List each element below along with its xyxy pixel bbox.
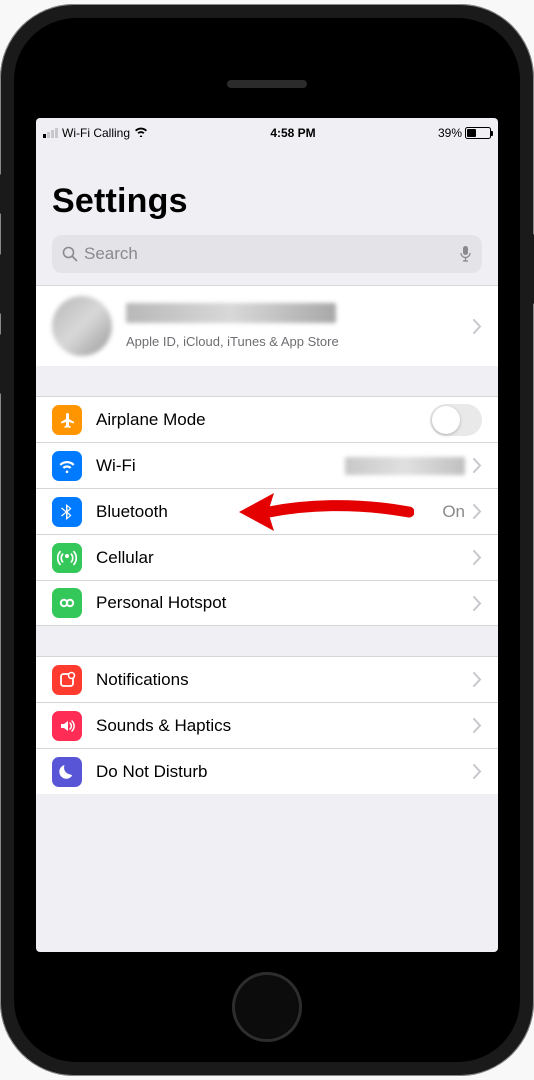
chevron-right-icon	[473, 596, 482, 611]
carrier-label: Wi-Fi Calling	[62, 126, 130, 140]
chevron-right-icon	[473, 550, 482, 565]
wifi-row-icon	[52, 451, 82, 481]
status-time: 4:58 PM	[270, 126, 315, 140]
search-input[interactable]	[84, 244, 453, 264]
chevron-right-icon	[473, 718, 482, 733]
status-bar: Wi-Fi Calling 4:58 PM 39%	[36, 122, 498, 144]
connectivity-group: Airplane Mode Wi-Fi Bluetooth	[36, 396, 498, 626]
dnd-label: Do Not Disturb	[96, 762, 473, 782]
account-name	[126, 303, 336, 323]
dnd-row[interactable]: Do Not Disturb	[36, 748, 498, 794]
screen: Wi-Fi Calling 4:58 PM 39% Settings	[36, 118, 498, 952]
bluetooth-icon	[52, 497, 82, 527]
group-separator	[36, 626, 498, 656]
chevron-right-icon	[473, 319, 482, 334]
airplane-icon	[52, 405, 82, 435]
airplane-mode-row[interactable]: Airplane Mode	[36, 396, 498, 442]
account-group: Apple ID, iCloud, iTunes & App Store	[36, 285, 498, 366]
bluetooth-row[interactable]: Bluetooth On	[36, 488, 498, 534]
battery-icon	[465, 127, 491, 139]
search-bar[interactable]	[52, 235, 482, 273]
cellular-signal-icon	[43, 128, 58, 138]
search-icon	[62, 246, 78, 262]
hotspot-row[interactable]: Personal Hotspot	[36, 580, 498, 626]
wifi-value	[345, 457, 465, 475]
notifications-row[interactable]: Notifications	[36, 656, 498, 702]
cellular-icon	[52, 543, 82, 573]
wifi-icon	[134, 126, 148, 140]
hotspot-icon	[52, 588, 82, 618]
mute-switch	[0, 174, 2, 214]
notifications-label: Notifications	[96, 670, 473, 690]
bluetooth-value: On	[442, 502, 465, 522]
chevron-right-icon	[473, 764, 482, 779]
group-separator	[36, 366, 498, 396]
wifi-label: Wi-Fi	[96, 456, 345, 476]
speaker-grille	[227, 80, 307, 88]
chevron-right-icon	[473, 458, 482, 473]
hotspot-label: Personal Hotspot	[96, 593, 473, 613]
dictation-icon[interactable]	[459, 245, 472, 263]
home-button	[232, 972, 302, 1042]
apple-id-row[interactable]: Apple ID, iCloud, iTunes & App Store	[36, 285, 498, 366]
cellular-label: Cellular	[96, 548, 473, 568]
chevron-right-icon	[473, 504, 482, 519]
account-subtitle: Apple ID, iCloud, iTunes & App Store	[126, 334, 473, 349]
airplane-mode-toggle[interactable]	[430, 404, 482, 436]
volume-up-button	[0, 254, 2, 314]
wifi-row[interactable]: Wi-Fi	[36, 442, 498, 488]
notifications-group: Notifications Sounds & Haptics Do Not Di…	[36, 656, 498, 794]
volume-down-button	[0, 334, 2, 394]
sounds-label: Sounds & Haptics	[96, 716, 473, 736]
chevron-right-icon	[473, 672, 482, 687]
moon-icon	[52, 757, 82, 787]
phone-frame: Wi-Fi Calling 4:58 PM 39% Settings	[0, 4, 534, 1076]
page-title: Settings	[52, 182, 482, 221]
sounds-icon	[52, 711, 82, 741]
bluetooth-label: Bluetooth	[96, 502, 442, 522]
battery-percent: 39%	[438, 126, 462, 140]
battery-fill	[467, 129, 476, 137]
cellular-row[interactable]: Cellular	[36, 534, 498, 580]
page-header: Settings	[36, 144, 498, 229]
avatar	[52, 296, 112, 356]
notifications-icon	[52, 665, 82, 695]
sounds-row[interactable]: Sounds & Haptics	[36, 702, 498, 748]
airplane-mode-label: Airplane Mode	[96, 410, 430, 430]
